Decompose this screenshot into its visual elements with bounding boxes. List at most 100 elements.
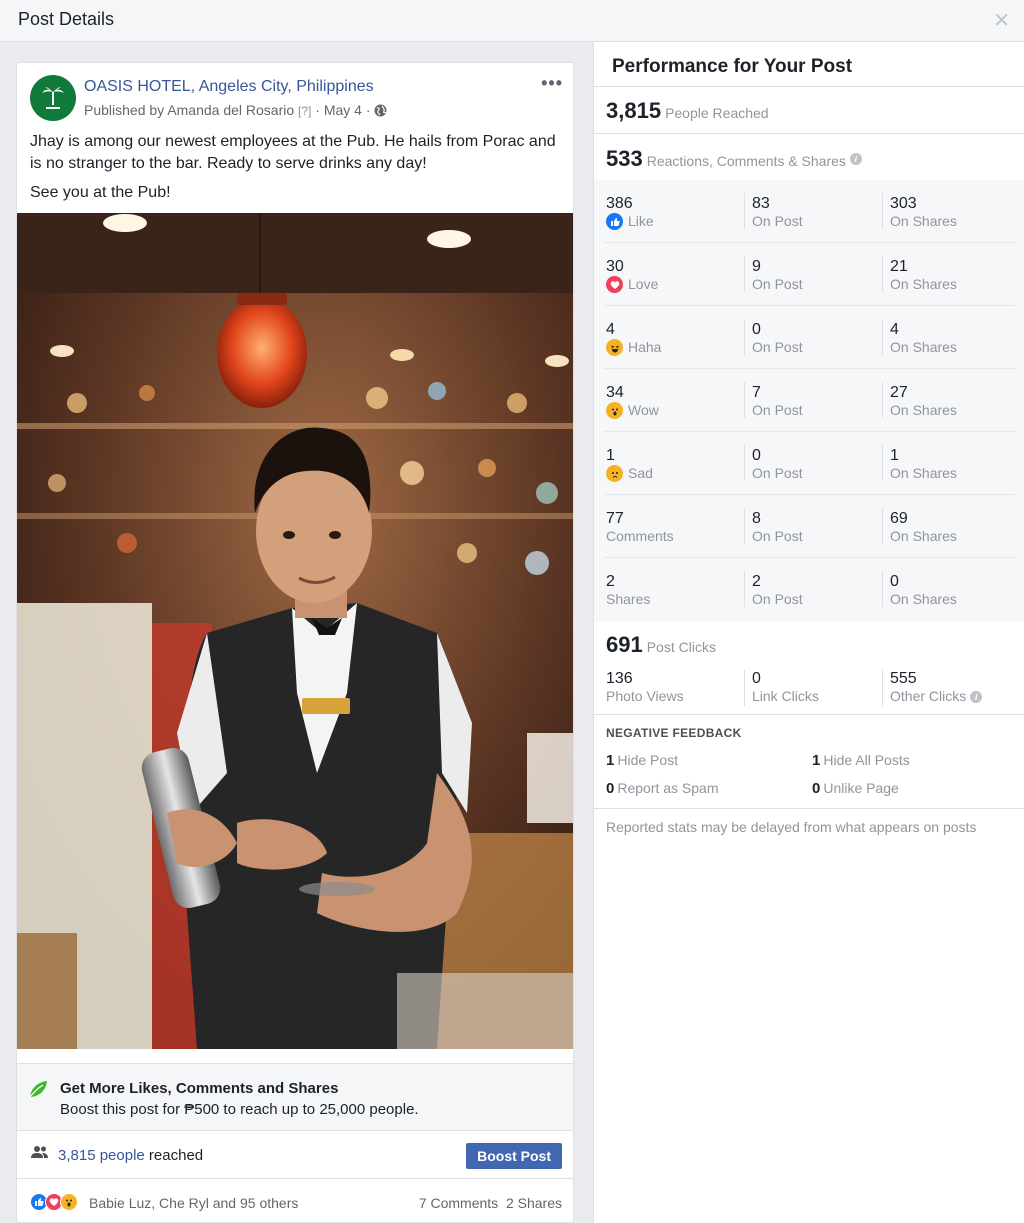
on-post-label: On Post bbox=[752, 276, 803, 292]
panel-title: Performance for Your Post bbox=[612, 56, 853, 77]
engagement-value: 533 bbox=[606, 146, 643, 171]
comments-count[interactable]: 7 Comments bbox=[419, 1195, 498, 1211]
breakdown-row-shares: 2 Shares 2 On Post 0 On Shares bbox=[594, 558, 1024, 621]
info-icon[interactable]: i bbox=[970, 690, 983, 703]
publisher-text: Published by Amanda del Rosario bbox=[84, 102, 295, 118]
wow-icon bbox=[606, 402, 623, 419]
divider bbox=[882, 508, 883, 544]
page-name-link[interactable]: OASIS HOTEL, Angeles City, Philippines bbox=[84, 78, 374, 96]
divider bbox=[882, 670, 883, 706]
reach-summary: 3,815 people reached bbox=[58, 1147, 203, 1164]
engagement-breakdown: 386 Like 83 On Post 303 On Shares 30 Love 9O… bbox=[594, 180, 1024, 622]
on-shares-label: On Shares bbox=[890, 591, 957, 607]
divider bbox=[882, 256, 883, 292]
divider bbox=[882, 445, 883, 481]
divider bbox=[594, 86, 1024, 87]
post-text-paragraph: Jhay is among our newest employees at th… bbox=[30, 133, 556, 172]
sad-on-post-value: 0 bbox=[752, 447, 761, 464]
dialog-header: Post Details ✕ bbox=[0, 0, 1024, 42]
like-icon bbox=[606, 213, 623, 230]
love-label: Love bbox=[628, 276, 659, 292]
hide-all-label: Hide All Posts bbox=[823, 752, 910, 768]
on-shares-label: On Shares bbox=[890, 213, 957, 229]
on-post-label: On Post bbox=[752, 528, 803, 544]
like-on-post-value: 83 bbox=[752, 195, 770, 212]
on-shares-label: On Shares bbox=[890, 528, 957, 544]
wow-on-post: 7 On Post bbox=[752, 384, 803, 419]
shares-total: 2 Shares bbox=[606, 573, 650, 608]
hide-post-stat: 1 Hide Post bbox=[606, 752, 678, 769]
shares-on-post-value: 2 bbox=[752, 573, 761, 590]
link-clicks-label: Link Clicks bbox=[752, 688, 819, 704]
hide-post-value: 1 bbox=[606, 752, 615, 769]
sad-on-post: 0 On Post bbox=[752, 447, 803, 482]
haha-total-value: 4 bbox=[606, 321, 615, 338]
comments-total: 77 Comments bbox=[606, 510, 674, 545]
clicks-breakdown: 136 Photo Views 0 Link Clicks 555 Other Cli… bbox=[594, 658, 1024, 714]
spam-value: 0 bbox=[606, 780, 615, 797]
shares-on-shares-value: 0 bbox=[890, 573, 899, 590]
divider bbox=[594, 133, 1024, 134]
info-icon[interactable]: i bbox=[849, 153, 862, 165]
boost-heading: Get More Likes, Comments and Shares bbox=[60, 1080, 339, 1097]
wow-total: 34 Wow bbox=[606, 384, 659, 419]
boost-description: Boost this post for ₱500 to reach up to … bbox=[60, 1101, 419, 1118]
like-total-value: 386 bbox=[606, 195, 633, 212]
people-reached-label: People Reached bbox=[665, 105, 769, 121]
like-on-post: 83 On Post bbox=[752, 195, 803, 230]
love-total: 30 Love bbox=[606, 258, 658, 293]
reactors-text[interactable]: Babie Luz, Che Ryl and 95 others bbox=[89, 1195, 298, 1211]
performance-panel: Performance for Your Post 3,815 People Re… bbox=[593, 42, 1024, 1223]
photo-views-value: 136 bbox=[606, 670, 633, 687]
shares-count[interactable]: 2 Shares bbox=[506, 1195, 562, 1211]
more-options-icon[interactable]: ••• bbox=[541, 73, 563, 94]
unlike-value: 0 bbox=[812, 780, 821, 797]
hide-post-label: Hide Post bbox=[617, 752, 679, 768]
reaction-icons[interactable] bbox=[30, 1193, 78, 1211]
engagement-label: Reactions, Comments & Shares bbox=[646, 153, 846, 169]
haha-on-post: 0 On Post bbox=[752, 321, 803, 356]
wow-on-post-value: 7 bbox=[752, 384, 761, 401]
sad-label: Sad bbox=[628, 465, 653, 481]
like-on-shares: 303 On Shares bbox=[890, 195, 957, 230]
wow-total-value: 34 bbox=[606, 384, 624, 401]
page-avatar[interactable] bbox=[30, 75, 76, 121]
shares-total-value: 2 bbox=[606, 573, 615, 590]
people-reached-stat: 3,815 People Reached bbox=[606, 98, 769, 124]
negative-feedback-title: NEGATIVE FEEDBACK bbox=[606, 726, 742, 740]
sad-total: 1 Sad bbox=[606, 447, 653, 482]
wow-label: Wow bbox=[628, 402, 659, 418]
on-post-label: On Post bbox=[752, 339, 803, 355]
on-shares-label: On Shares bbox=[890, 402, 957, 418]
divider bbox=[882, 319, 883, 355]
boost-post-button[interactable]: Boost Post bbox=[466, 1143, 562, 1169]
breakdown-row-sad: 1 Sad 0 On Post 1 On Shares bbox=[594, 432, 1024, 495]
engagement-stat: 533 Reactions, Comments & Shares i bbox=[606, 146, 862, 172]
breakdown-row-wow: 34 Wow 7 On Post 27 On Shares bbox=[594, 369, 1024, 432]
comments-label: Comments bbox=[606, 528, 674, 544]
sad-on-shares: 1 On Shares bbox=[890, 447, 957, 482]
post-clicks-value: 691 bbox=[606, 632, 643, 657]
close-icon[interactable]: ✕ bbox=[993, 8, 1010, 33]
post-photo[interactable] bbox=[17, 213, 573, 1049]
divider bbox=[882, 382, 883, 418]
like-total: 386 Like bbox=[606, 195, 654, 230]
sad-on-shares-value: 1 bbox=[890, 447, 899, 464]
divider bbox=[744, 382, 745, 418]
haha-on-post-value: 0 bbox=[752, 321, 761, 338]
comments-on-post: 8 On Post bbox=[752, 510, 803, 545]
people-icon bbox=[31, 1146, 48, 1158]
haha-on-shares-value: 4 bbox=[890, 321, 899, 338]
wow-on-shares-value: 27 bbox=[890, 384, 908, 401]
reach-link[interactable]: 3,815 people bbox=[58, 1147, 145, 1164]
post-date[interactable]: · May 4 · bbox=[315, 102, 370, 118]
spam-label: Report as Spam bbox=[617, 780, 719, 796]
divider bbox=[744, 445, 745, 481]
help-link[interactable]: [?] bbox=[298, 104, 311, 118]
comments-shares-count[interactable]: 7 Comments 2 Shares bbox=[419, 1195, 562, 1211]
bartender-photo bbox=[17, 213, 573, 1049]
unlike-page-stat: 0 Unlike Page bbox=[812, 780, 899, 797]
on-shares-label: On Shares bbox=[890, 339, 957, 355]
unlike-label: Unlike Page bbox=[823, 780, 899, 796]
divider bbox=[744, 193, 745, 229]
